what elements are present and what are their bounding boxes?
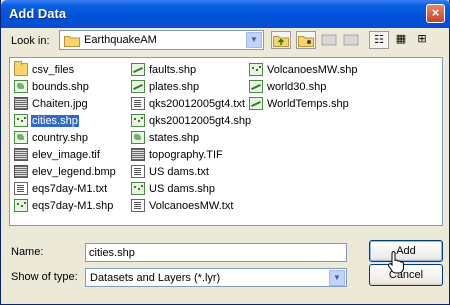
file-list[interactable]: csv_files bounds.shp Chaiten.jpg cities.shp… [9, 57, 443, 226]
file-name: US dams.shp [149, 182, 216, 195]
file-name: Chaiten.jpg [32, 97, 88, 110]
details-view-icon: ▦ [395, 33, 407, 45]
show-type-value: Datasets and Layers (*.lyr) [90, 272, 221, 284]
show-type-dropdown[interactable]: Datasets and Layers (*.lyr) ▼ [85, 268, 347, 287]
file-list-item[interactable]: qks20012005gt4.txt [131, 95, 252, 112]
file-list-item[interactable]: Chaiten.jpg [14, 95, 117, 112]
point-layer-icon [14, 199, 28, 212]
line-layer-icon [131, 63, 145, 76]
file-list-item[interactable]: plates.shp [131, 78, 252, 95]
text-file-icon [131, 199, 145, 212]
text-file-icon [131, 165, 145, 178]
file-list-item[interactable]: topography.TIF [131, 146, 252, 163]
look-in-dropdown[interactable]: EarthquakeAM ▼ [59, 30, 264, 50]
disconnect-icon [321, 34, 337, 46]
close-button[interactable]: × [426, 4, 445, 23]
connect-folder-icon [298, 36, 314, 47]
file-name: faults.shp [149, 63, 197, 76]
file-list-item[interactable]: eqs7day-M1.shp [14, 197, 117, 214]
show-type-label: Show of type: [11, 271, 78, 283]
list-view-button[interactable]: ☷ [369, 31, 389, 49]
name-label: Name: [11, 246, 44, 258]
line-layer-icon [249, 97, 263, 110]
file-list-item[interactable]: US dams.txt [131, 163, 252, 180]
file-name: qks20012005gt4.shp [149, 114, 252, 127]
file-list-item[interactable]: qks20012005gt4.shp [131, 112, 252, 129]
file-list-item[interactable]: US dams.shp [131, 180, 252, 197]
point-layer-icon [249, 63, 263, 76]
raster-icon [14, 148, 28, 161]
delete-button[interactable] [341, 31, 361, 49]
chevron-down-icon[interactable]: ▼ [246, 32, 262, 48]
folder-icon [64, 36, 80, 47]
thumbnails-view-button[interactable]: ⊞ [412, 31, 432, 49]
file-list-item[interactable]: csv_files [14, 61, 117, 78]
file-name: VolcanoesMW.shp [267, 63, 358, 76]
file-list-item[interactable]: country.shp [14, 129, 117, 146]
line-layer-icon [131, 80, 145, 93]
file-name: plates.shp [149, 80, 200, 93]
up-one-level-button[interactable] [271, 31, 291, 49]
point-layer-icon [131, 182, 145, 195]
raster-icon [14, 165, 28, 178]
file-list-item[interactable]: eqs7day-M1.txt [14, 180, 117, 197]
file-name: states.shp [149, 131, 200, 144]
look-in-value: EarthquakeAM [84, 34, 157, 46]
thumbnails-view-icon: ⊞ [417, 33, 427, 45]
file-list-item[interactable]: VolcanoesMW.shp [249, 61, 359, 78]
file-name: US dams.txt [149, 165, 209, 178]
file-name: qks20012005gt4.txt [149, 97, 246, 110]
polygon-layer-icon [131, 131, 145, 144]
add-data-dialog: Add Data × Look in: EarthquakeAM ▼ ☷ ▦ ⊞… [0, 0, 450, 305]
polygon-layer-icon [14, 131, 28, 144]
file-name: eqs7day-M1.shp [32, 199, 114, 212]
file-list-item[interactable]: elev_image.tif [14, 146, 117, 163]
chevron-down-icon[interactable]: ▼ [329, 270, 345, 286]
folder-icon [14, 61, 28, 76]
folder-up-icon [273, 36, 289, 47]
look-in-label: Look in: [11, 35, 50, 47]
file-name: csv_files [32, 63, 75, 76]
file-list-item[interactable]: faults.shp [131, 61, 252, 78]
file-column-2: faults.shp plates.shp qks20012005gt4.txt qk… [131, 61, 252, 214]
delete-icon [343, 34, 359, 46]
line-layer-icon [249, 80, 263, 93]
dialog-title: Add Data [9, 6, 67, 21]
title-bar[interactable]: Add Data × [1, 0, 450, 28]
file-name: VolcanoesMW.txt [149, 199, 234, 212]
file-name: cities.shp [31, 114, 79, 127]
file-list-item[interactable]: world30.shp [249, 78, 359, 95]
file-name: topography.TIF [149, 148, 223, 161]
text-file-icon [131, 97, 145, 110]
file-column-3: VolcanoesMW.shp world30.shp WorldTemps.shp [249, 61, 359, 112]
file-name: WorldTemps.shp [267, 97, 349, 110]
file-column-1: csv_files bounds.shp Chaiten.jpg cities.shp… [14, 61, 117, 214]
disconnect-folder-button[interactable] [319, 31, 339, 49]
file-name: bounds.shp [32, 80, 89, 93]
file-name: eqs7day-M1.txt [32, 182, 108, 195]
point-layer-icon [131, 114, 145, 127]
list-view-icon: ☷ [374, 34, 384, 46]
file-list-item[interactable]: states.shp [131, 129, 252, 146]
details-view-button[interactable]: ▦ [391, 31, 411, 49]
file-list-item[interactable]: elev_legend.bmp [14, 163, 117, 180]
file-name: country.shp [32, 131, 89, 144]
file-list-item[interactable]: WorldTemps.shp [249, 95, 359, 112]
file-name: world30.shp [267, 80, 327, 93]
file-name: elev_image.tif [32, 148, 100, 161]
raster-icon [131, 148, 145, 161]
file-list-item[interactable]: VolcanoesMW.txt [131, 197, 252, 214]
point-layer-icon [14, 114, 28, 127]
file-name: elev_legend.bmp [32, 165, 116, 178]
text-file-icon [14, 182, 28, 195]
polygon-layer-icon [14, 80, 28, 93]
mouse-cursor-icon [388, 251, 404, 274]
connect-folder-button[interactable] [296, 31, 316, 49]
name-input[interactable] [85, 243, 347, 262]
raster-icon [14, 97, 28, 110]
file-list-item[interactable]: cities.shp [14, 112, 117, 129]
file-list-item[interactable]: bounds.shp [14, 78, 117, 95]
